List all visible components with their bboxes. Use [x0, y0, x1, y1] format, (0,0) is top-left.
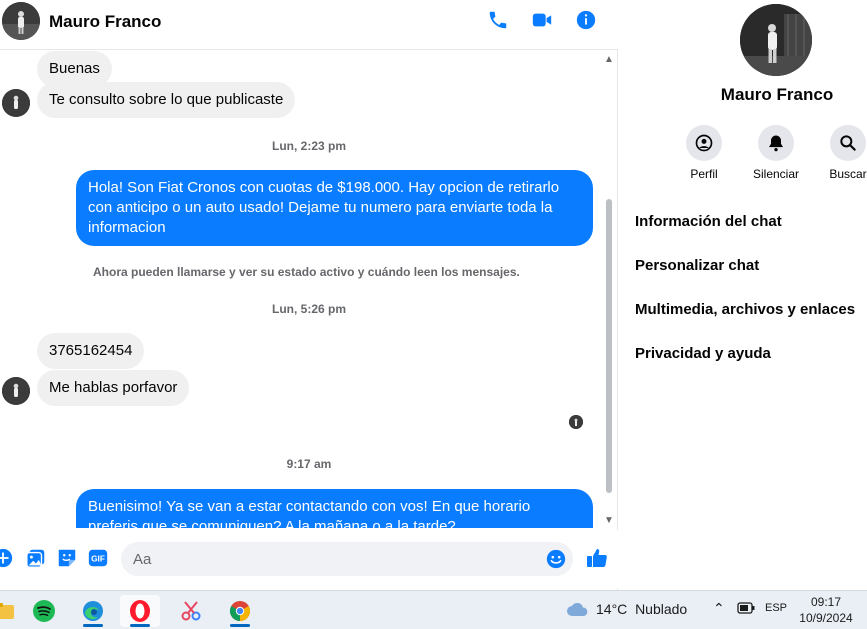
message-incoming[interactable]: 3765162454 — [37, 333, 145, 369]
language-indicator[interactable]: ESP — [765, 602, 787, 614]
avatar-photo — [740, 4, 812, 76]
profile-icon[interactable] — [686, 125, 722, 161]
avatar-photo — [2, 2, 40, 40]
system-clock[interactable]: 09:17 10/9/2024 — [796, 594, 856, 626]
contact-name[interactable]: Mauro Franco — [49, 12, 161, 32]
windows-taskbar: 14°C Nublado ⌃ ESP 09:17 10/9/2024 — [0, 590, 867, 629]
info-icon[interactable] — [575, 9, 597, 31]
scroll-up-arrow[interactable]: ▲ — [603, 55, 615, 65]
app-running-indicator — [130, 624, 150, 627]
svg-text:GIF: GIF — [91, 555, 105, 564]
scroll-down-arrow[interactable]: ▼ — [603, 516, 615, 526]
menu-customize-chat[interactable]: Personalizar chat — [635, 257, 759, 274]
weather-condition: Nublado — [635, 601, 688, 617]
app-running-indicator — [230, 624, 250, 627]
menu-media-files-links[interactable]: Multimedia, archivos y enlaces — [635, 301, 855, 318]
chat-header: Mauro Franco — [0, 0, 618, 50]
avatar-photo — [2, 89, 30, 117]
spotify-icon[interactable] — [24, 595, 64, 627]
phone-icon[interactable] — [487, 9, 509, 31]
menu-chat-info[interactable]: Información del chat — [635, 213, 782, 230]
video-camera-icon[interactable] — [531, 9, 553, 31]
file-explorer-icon[interactable] — [0, 595, 24, 627]
composer: GIF — [0, 530, 618, 588]
bell-icon[interactable] — [758, 125, 794, 161]
weather-temperature: 14°C — [596, 601, 628, 617]
profile-action[interactable]: Perfil — [672, 125, 736, 181]
mute-action[interactable]: Silenciar — [744, 125, 808, 181]
chat-info-panel: Mauro Franco Perfil Silenciar Buscar Inf… — [619, 0, 867, 590]
action-label: Silenciar — [752, 167, 800, 181]
app-running-indicator — [83, 624, 103, 627]
weather-widget[interactable]: 14°C Nublado — [566, 601, 687, 617]
message-input[interactable] — [121, 542, 573, 576]
read-receipt-avatar — [569, 415, 583, 429]
search-icon[interactable] — [830, 125, 866, 161]
chat-scrollbar[interactable]: ▲ ▼ — [602, 51, 614, 528]
message-outgoing[interactable]: Hola! Son Fiat Cronos con cuotas de $198… — [76, 170, 593, 246]
opera-browser-icon[interactable] — [120, 595, 160, 627]
clock-date: 10/9/2024 — [799, 611, 853, 625]
message-outgoing[interactable]: Buenisimo! Ya se van a estar contactando… — [76, 489, 593, 528]
clock-time: 09:17 — [810, 595, 842, 609]
scroll-thumb[interactable] — [606, 199, 612, 493]
chat-pane: Mauro Franco Buenas Te consulto sobre lo… — [0, 0, 618, 590]
profile-avatar-large[interactable] — [740, 4, 812, 76]
snipping-tool-icon[interactable] — [171, 595, 211, 627]
timestamp: 9:17 am — [286, 457, 332, 471]
message-list[interactable]: Buenas Te consulto sobre lo que publicas… — [0, 51, 618, 528]
contact-avatar[interactable] — [2, 2, 40, 40]
timestamp: Lun, 2:23 pm — [271, 139, 346, 153]
system-note: Ahora pueden llamarse y ver su estado ac… — [93, 265, 520, 279]
photo-gallery-icon[interactable] — [25, 547, 47, 569]
plus-icon[interactable] — [0, 547, 14, 569]
edge-browser-icon[interactable] — [73, 595, 113, 627]
timestamp: Lun, 5:26 pm — [271, 302, 346, 316]
message-incoming[interactable]: Me hablas porfavor — [37, 370, 190, 406]
cloud-icon — [567, 603, 588, 616]
thumbs-up-icon[interactable] — [585, 546, 609, 570]
search-action[interactable]: Buscar — [816, 125, 867, 181]
message-incoming[interactable]: Te consulto sobre lo que publicaste — [37, 82, 296, 118]
emoji-icon[interactable] — [545, 548, 567, 570]
profile-name: Mauro Franco — [720, 85, 834, 104]
avatar-photo — [569, 415, 583, 429]
gif-icon[interactable]: GIF — [87, 547, 109, 569]
chevron-up-icon[interactable]: ⌃ — [713, 600, 725, 617]
battery-icon[interactable] — [737, 602, 755, 617]
action-label: Buscar — [829, 167, 867, 181]
chrome-browser-icon[interactable] — [220, 595, 260, 627]
avatar-photo — [2, 377, 30, 405]
action-label: Perfil — [690, 167, 718, 181]
sender-avatar[interactable] — [2, 89, 30, 117]
sticker-icon[interactable] — [56, 547, 78, 569]
sender-avatar[interactable] — [2, 377, 30, 405]
menu-privacy-help[interactable]: Privacidad y ayuda — [635, 345, 771, 362]
